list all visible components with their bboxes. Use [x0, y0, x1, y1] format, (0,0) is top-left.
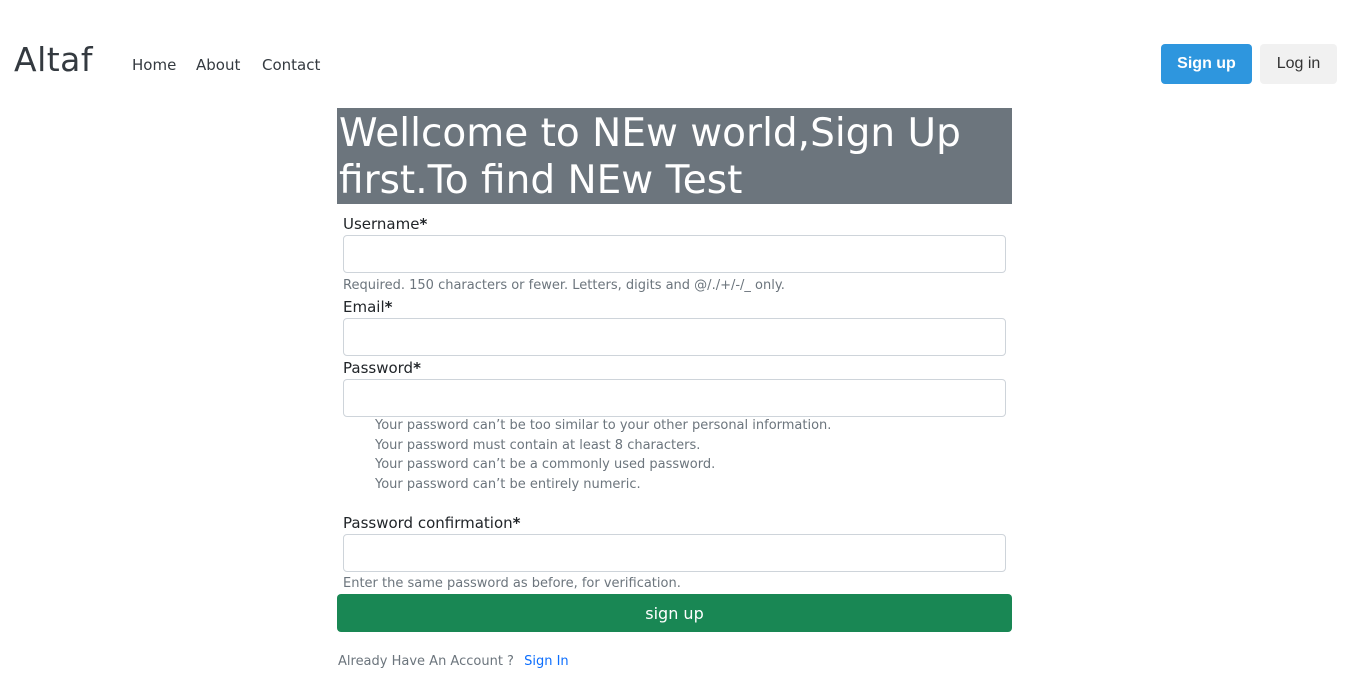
username-help: Required. 150 characters or fewer. Lette…	[343, 278, 785, 293]
signin-prompt: Already Have An Account ? Sign In	[338, 654, 569, 669]
password-rule: Your password can’t be a commonly used p…	[375, 457, 716, 473]
required-mark: *	[419, 215, 428, 233]
navbar: Altaf Home About Contact Sign up Log in	[0, 0, 1361, 108]
required-mark: *	[512, 514, 521, 532]
username-label-text: Username	[343, 215, 420, 233]
signin-prompt-text: Already Have An Account ?	[338, 654, 514, 669]
login-button[interactable]: Log in	[1260, 44, 1337, 84]
password-label: Password*	[343, 359, 421, 377]
nav-link-about[interactable]: About	[196, 56, 240, 74]
nav-link-home[interactable]: Home	[132, 56, 176, 74]
password-input[interactable]	[343, 379, 1006, 417]
signup-button[interactable]: Sign up	[1161, 44, 1252, 84]
required-mark: *	[384, 298, 393, 316]
hero-title: Wellcome to NEw world,Sign Up first.To f…	[339, 111, 961, 203]
password-rule: Your password can’t be entirely numeric.	[375, 476, 641, 492]
hero-banner: Wellcome to NEw world,Sign Up first.To f…	[337, 108, 1012, 204]
password-rules-list: Your password can’t be too similar to yo…	[375, 416, 831, 494]
password-confirmation-help: Enter the same password as before, for v…	[343, 576, 681, 591]
password-confirmation-label-text: Password confirmation	[343, 514, 513, 532]
email-label-text: Email	[343, 298, 385, 316]
email-label: Email*	[343, 298, 392, 316]
password-rule: Your password can’t be too similar to yo…	[375, 418, 832, 433]
password-label-text: Password	[343, 359, 414, 377]
submit-signup-button[interactable]: sign up	[337, 594, 1012, 632]
brand-logo[interactable]: Altaf	[14, 40, 93, 79]
username-input[interactable]	[343, 235, 1006, 273]
signin-link[interactable]: Sign In	[524, 654, 569, 669]
required-mark: *	[413, 359, 421, 377]
password-confirmation-input[interactable]	[343, 534, 1006, 572]
email-input[interactable]	[343, 318, 1006, 356]
password-confirmation-label: Password confirmation*	[343, 514, 521, 532]
nav-link-contact[interactable]: Contact	[262, 56, 320, 74]
password-rule: Your password must contain at least 8 ch…	[375, 437, 701, 453]
username-label: Username*	[343, 215, 427, 233]
